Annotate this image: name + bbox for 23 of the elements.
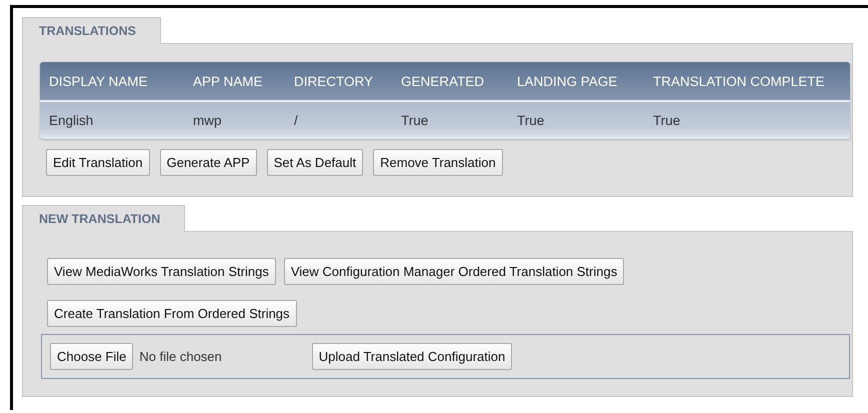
column-header: LANDING PAGE [517, 74, 618, 88]
table-cell-text: True [517, 113, 546, 128]
table-cell-text: English [49, 113, 94, 128]
choose-file-button[interactable]: Choose File [50, 343, 134, 370]
table-cell-text: / [294, 113, 299, 128]
action-button[interactable]: View Configuration Manager Ordered Translation Strings [284, 258, 624, 285]
column-header: DIRECTORY [294, 74, 374, 88]
table-row[interactable]: English mwp / True True True [40, 102, 850, 139]
action-button[interactable]: Create Translation From Ordered Strings [47, 300, 297, 327]
upload-button[interactable]: Upload Translated Configuration [312, 343, 512, 370]
table-cell-text: True [653, 113, 682, 128]
table-cell-text: True [401, 113, 430, 128]
column-header: TRANSLATION COMPLETE [653, 74, 826, 88]
table-cell-text: mwp [193, 113, 223, 128]
action-button[interactable]: View MediaWorks Translation Strings [47, 258, 276, 285]
action-button[interactable]: Generate APP [160, 149, 257, 176]
column-header: DISPLAY NAME [49, 74, 149, 88]
file-status: No file chosen [139, 349, 222, 364]
column-header: APP NAME [193, 74, 264, 88]
action-button[interactable]: Remove Translation [373, 149, 503, 176]
action-button[interactable]: Edit Translation [46, 149, 150, 176]
column-header: GENERATED [401, 74, 486, 88]
action-button[interactable]: Set As Default [266, 149, 364, 176]
